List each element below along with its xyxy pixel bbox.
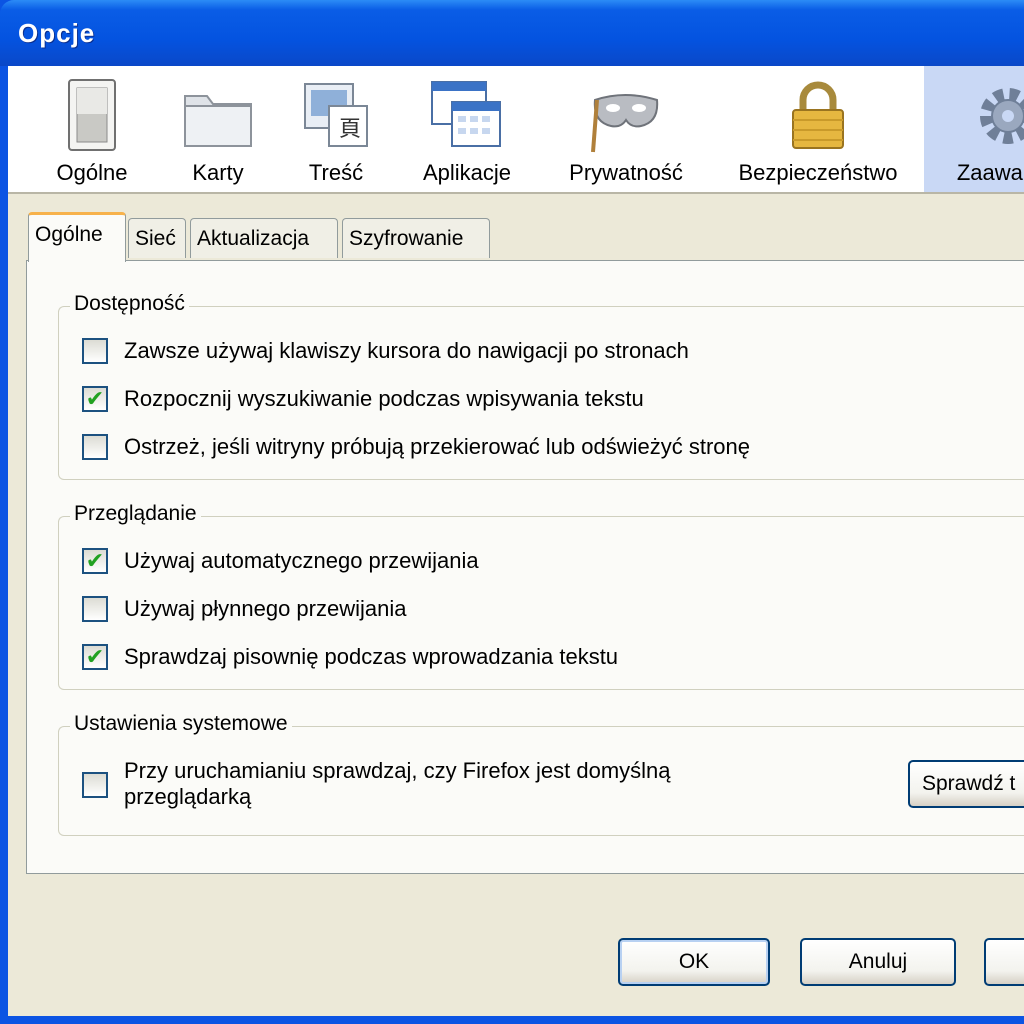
toolbar-label: Zaawan xyxy=(956,160,1024,185)
gear-icon xyxy=(972,76,1024,154)
toolbar-label: Aplikacje xyxy=(422,160,512,185)
checkbox-label: Używaj automatycznego przewijania xyxy=(124,548,479,573)
toolbar-label: Prywatność xyxy=(569,160,683,185)
cancel-button[interactable]: Anuluj xyxy=(800,938,956,986)
checkbox-row[interactable]: Ostrzeż, jeśli witryny próbują przekiero… xyxy=(82,434,750,460)
checkbox-checked[interactable]: ✔ xyxy=(82,644,108,670)
mask-icon xyxy=(589,76,663,154)
checkbox-label: Ostrzeż, jeśli witryny próbują przekiero… xyxy=(124,434,751,459)
toolbar-item-security[interactable]: Bezpieczeństwo xyxy=(720,66,916,192)
checkbox-label: Zawsze używaj klawiszy kursora do nawiga… xyxy=(124,338,689,363)
window-client-area: Ogólne Karty 頁 Treść Aplikacje Prywatnoś… xyxy=(8,66,1024,1016)
tab-network[interactable]: Sieć xyxy=(128,218,186,258)
checkbox-row[interactable]: Przy uruchamianiu sprawdzaj, czy Firefox… xyxy=(82,758,671,810)
toolbar-label: Bezpieczeństwo xyxy=(738,160,898,185)
toolbar-item-tabs[interactable]: Karty xyxy=(166,66,270,192)
checkbox-label-line: przeglądarką xyxy=(124,784,252,809)
checkbox-checked[interactable]: ✔ xyxy=(82,548,108,574)
checkbox-row[interactable]: ✔ Używaj automatycznego przewijania xyxy=(82,548,479,574)
group-title-browsing: Przeglądanie xyxy=(70,502,201,526)
category-toolbar: Ogólne Karty 頁 Treść Aplikacje Prywatnoś… xyxy=(8,66,1024,194)
switch-icon xyxy=(55,76,129,154)
tab-encryption[interactable]: Szyfrowanie xyxy=(342,218,490,258)
toolbar-label: Treść xyxy=(308,160,364,185)
checkbox-checked[interactable]: ✔ xyxy=(82,386,108,412)
checkbox-unchecked[interactable] xyxy=(82,772,108,798)
checkbox-label: Przy uruchamianiu sprawdzaj, czy Firefox… xyxy=(124,758,671,810)
folder-icon xyxy=(181,76,255,154)
content-icon: 頁 xyxy=(299,76,373,154)
checkbox-label: Rozpocznij wyszukiwanie podczas wpisywan… xyxy=(124,386,644,411)
window-title: Opcje xyxy=(18,18,96,48)
applications-icon xyxy=(430,76,504,154)
group-title-system: Ustawienia systemowe xyxy=(70,712,292,736)
checkbox-label: Używaj płynnego przewijania xyxy=(124,596,407,621)
ok-button[interactable]: OK xyxy=(618,938,770,986)
toolbar-item-advanced[interactable]: Zaawan xyxy=(924,66,1024,192)
tab-update[interactable]: Aktualizacja xyxy=(190,218,338,258)
checkbox-label: Sprawdzaj pisownię podczas wprowadzania … xyxy=(124,644,619,669)
checkbox-row[interactable]: ✔ Sprawdzaj pisownię podczas wprowadzani… xyxy=(82,644,618,670)
toolbar-item-applications[interactable]: Aplikacje xyxy=(402,66,532,192)
checkbox-row[interactable]: Używaj płynnego przewijania xyxy=(82,596,406,622)
toolbar-label: Karty xyxy=(192,160,244,185)
toolbar-label: Ogólne xyxy=(56,160,128,185)
check-now-button[interactable]: Sprawdź t xyxy=(908,760,1024,808)
checkbox-row[interactable]: Zawsze używaj klawiszy kursora do nawiga… xyxy=(82,338,689,364)
toolbar-item-general[interactable]: Ogólne xyxy=(38,66,146,192)
help-button[interactable]: P xyxy=(984,938,1024,986)
checkbox-unchecked[interactable] xyxy=(82,596,108,622)
svg-text:頁: 頁 xyxy=(339,117,361,142)
padlock-icon xyxy=(781,76,855,154)
group-title-accessibility: Dostępność xyxy=(70,292,189,316)
checkbox-row[interactable]: ✔ Rozpocznij wyszukiwanie podczas wpisyw… xyxy=(82,386,644,412)
checkbox-unchecked[interactable] xyxy=(82,338,108,364)
options-window: Opcje Ogólne Karty 頁 Treść Aplikacje Pry… xyxy=(0,0,1024,1024)
toolbar-item-content[interactable]: 頁 Treść xyxy=(284,66,388,192)
tab-general[interactable]: Ogólne xyxy=(28,212,126,262)
checkbox-label-line: Przy uruchamianiu sprawdzaj, czy Firefox… xyxy=(124,758,671,783)
toolbar-item-privacy[interactable]: Prywatność xyxy=(548,66,704,192)
checkbox-unchecked[interactable] xyxy=(82,434,108,460)
title-bar[interactable]: Opcje xyxy=(0,0,1024,66)
